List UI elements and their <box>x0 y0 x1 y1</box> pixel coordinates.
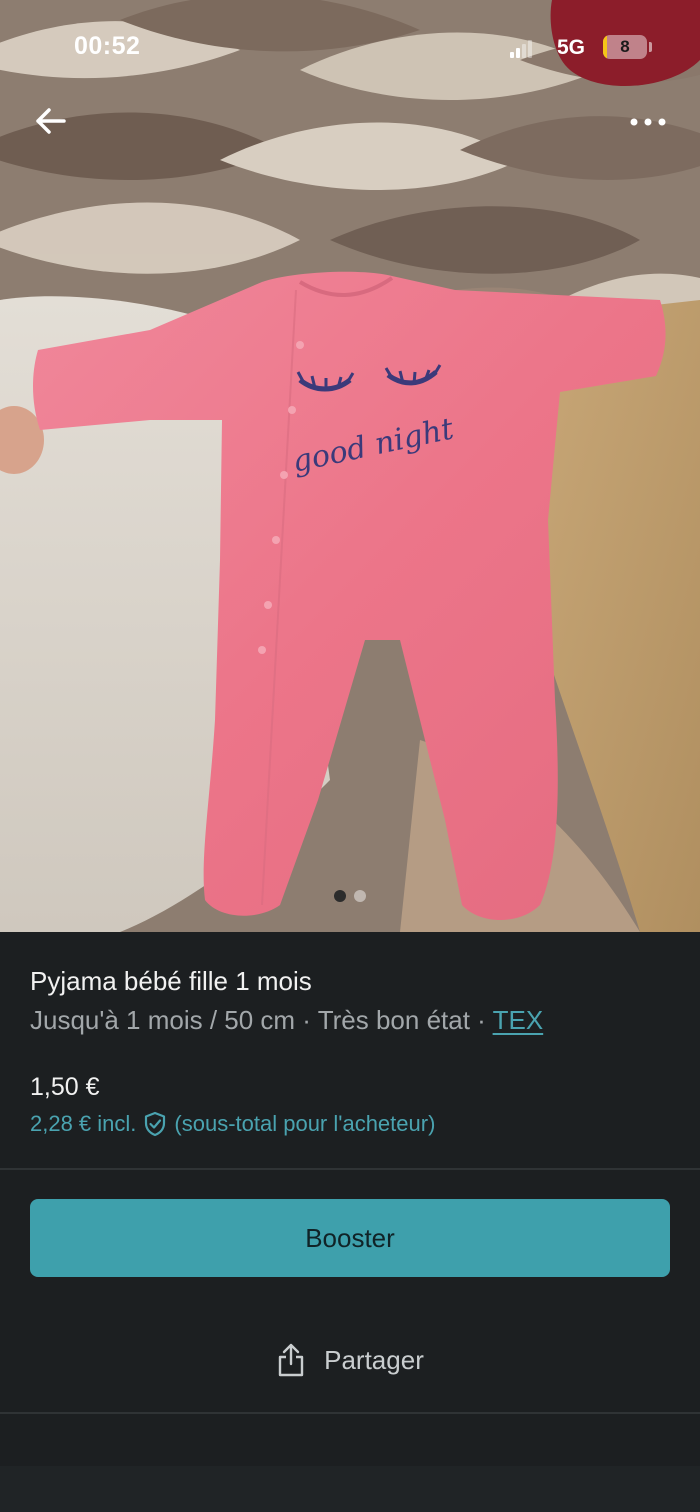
buyer-price-note: (sous-total pour l'acheteur) <box>174 1111 436 1136</box>
booster-button[interactable]: Booster <box>30 1199 670 1277</box>
share-icon <box>278 1343 304 1377</box>
bottom-strip <box>0 1466 700 1512</box>
battery-level: 8 <box>620 37 630 56</box>
shield-check-icon <box>145 1111 166 1137</box>
battery-tip <box>649 42 652 52</box>
item-meta-text: Jusqu'à 1 mois / 50 cm · Très bon état · <box>30 1005 493 1035</box>
item-price: 1,50 € <box>30 1073 100 1101</box>
carousel-dots[interactable] <box>0 890 700 902</box>
more-dots-icon <box>630 118 666 126</box>
item-details: Pyjama bébé fille 1 mois Jusqu'à 1 mois … <box>0 932 700 1168</box>
share-button[interactable]: Partager <box>0 1320 700 1400</box>
status-time: 00:52 <box>74 32 141 60</box>
item-meta: Jusqu'à 1 mois / 50 cm · Très bon état ·… <box>30 1005 543 1036</box>
carousel-dot[interactable] <box>354 890 366 902</box>
product-image: good night <box>0 0 700 932</box>
buyer-price: 2,28 € incl. <box>30 1111 137 1136</box>
brand-link[interactable]: TEX <box>493 1005 544 1035</box>
carousel-dot[interactable] <box>334 890 346 902</box>
signal-icon <box>510 40 532 58</box>
back-button[interactable] <box>28 98 74 144</box>
buyer-price-row[interactable]: 2,28 € incl. (sous-total pour l'acheteur… <box>30 1111 435 1137</box>
actions-section: Booster Partager <box>0 1170 700 1412</box>
status-bar: 00:52 5G 8 <box>0 0 700 96</box>
battery-icon: 8 <box>603 35 647 59</box>
more-options-button[interactable] <box>622 102 674 142</box>
product-photo[interactable]: good night 00:52 5G 8 <box>0 0 700 932</box>
item-title: Pyjama bébé fille 1 mois <box>30 966 312 996</box>
back-arrow-icon <box>36 108 66 134</box>
share-label: Partager <box>324 1344 424 1375</box>
network-label: 5G <box>557 36 586 59</box>
bottom-bar <box>0 1414 700 1466</box>
